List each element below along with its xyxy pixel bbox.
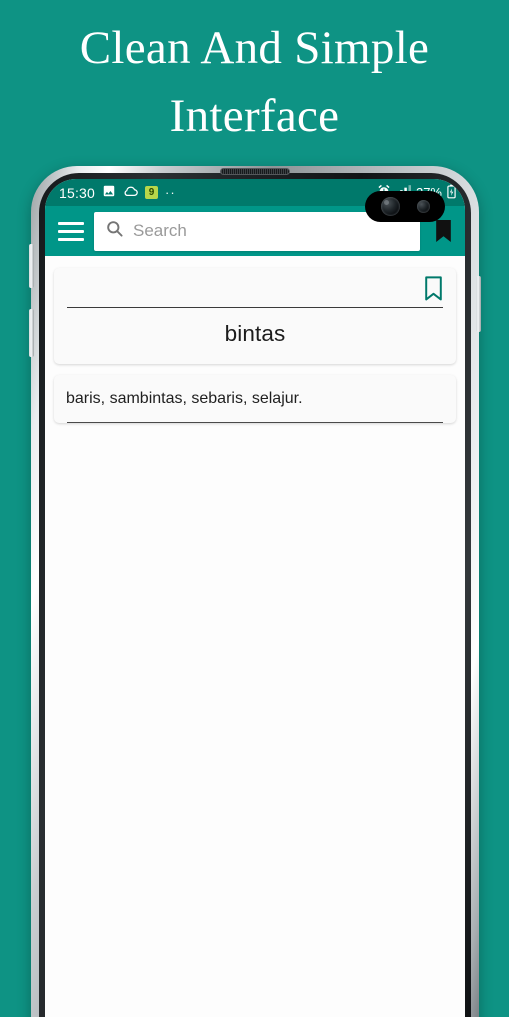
meaning-text: baris, sambintas, sebaris, selajur. [66,390,303,407]
status-bar-left: 15:30 9 ·· [59,184,377,201]
volume-down-button[interactable] [29,309,34,357]
entry-card: bintas [54,268,456,364]
power-button[interactable] [476,276,481,332]
content-area: bintas baris, sambintas, sebaris, selaju… [45,256,465,1017]
bookmark-filled-icon[interactable] [430,219,456,243]
search-placeholder: Search [133,221,187,240]
page-title: Clean And Simple Interface [79,22,430,143]
volume-up-button[interactable] [29,244,34,288]
camera-cutout [365,191,445,222]
cloud-icon [123,185,138,200]
phone-mockup: 15:30 9 ·· Search bintas baris, sambinta… [29,166,481,1017]
hamburger-menu-icon[interactable] [58,221,84,241]
search-icon [105,219,124,243]
bookmark-outline-icon[interactable] [424,276,443,301]
entry-bookmark-row [65,276,445,301]
earpiece-speaker [220,168,290,175]
meaning-card: baris, sambintas, sebaris, selajur. [54,375,456,423]
phone-screen: 15:30 9 ·· Search bintas baris, sambinta… [45,179,465,1017]
notification-badge-9: 9 [145,186,159,199]
status-bar: 15:30 9 ·· [45,179,465,222]
meaning-divider [67,421,443,423]
entry-word: bintas [224,321,286,346]
camera-lens-secondary [416,200,430,213]
status-clock: 15:30 [59,184,96,201]
battery-icon [447,184,456,202]
image-icon [102,184,116,201]
more-dots-icon: ·· [165,185,176,200]
camera-lens-main [380,197,400,216]
